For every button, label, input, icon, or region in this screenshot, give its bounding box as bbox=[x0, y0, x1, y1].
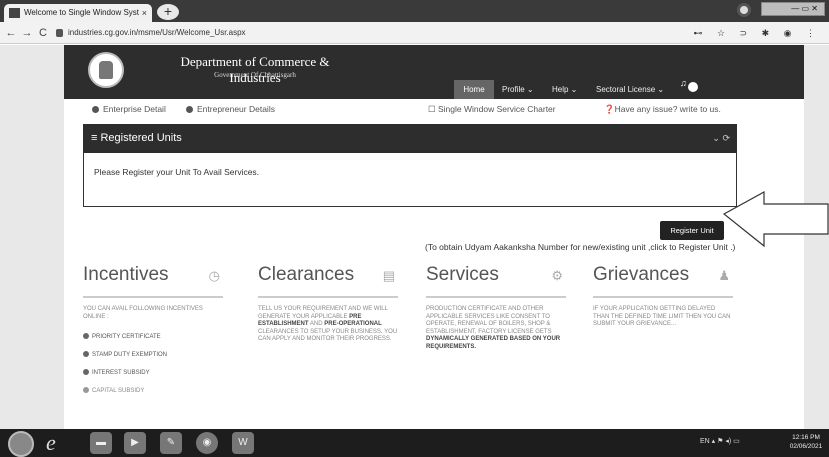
back-button[interactable]: ← bbox=[4, 25, 18, 41]
card-description: Production certificate and other applica… bbox=[426, 306, 561, 350]
bullet-icon bbox=[186, 106, 193, 113]
card-divider bbox=[258, 296, 398, 298]
services-card[interactable]: Services ⚙ Production certificate and ot… bbox=[418, 258, 573, 376]
tab-close-icon[interactable]: × bbox=[142, 4, 147, 22]
bullet-icon bbox=[83, 351, 89, 357]
user-toggle-icon[interactable] bbox=[688, 82, 698, 92]
new-tab-button[interactable]: + bbox=[157, 4, 179, 20]
card-title: Incentives bbox=[83, 264, 169, 285]
pointer-arrow-icon bbox=[722, 190, 829, 248]
taskbar-clock[interactable]: 12:16 PM 02/06/2021 bbox=[786, 433, 826, 451]
clock-icon: ◷ bbox=[208, 268, 220, 283]
internet-explorer-icon[interactable]: e bbox=[46, 431, 56, 455]
register-unit-button[interactable]: Register Unit bbox=[660, 221, 724, 240]
nav-sectoral-license[interactable]: Sectoral License ⌄ bbox=[596, 80, 664, 99]
file-explorer-icon[interactable]: ▬ bbox=[90, 432, 112, 454]
service-charter-link[interactable]: ☐ Single Window Service Charter bbox=[428, 104, 556, 115]
card-description: Tell us your requirement and we will gen… bbox=[258, 306, 398, 342]
priority-certificate-link[interactable]: Priority Certificate bbox=[83, 333, 161, 340]
nav-help[interactable]: Help ⌄ bbox=[552, 80, 577, 99]
favicon-icon bbox=[9, 8, 20, 18]
help-circle-icon: ❓ bbox=[604, 104, 615, 114]
gears-icon: ⚙ bbox=[551, 268, 563, 283]
reload-button[interactable]: C bbox=[36, 25, 50, 41]
nav-profile[interactable]: Profile ⌄ bbox=[502, 80, 534, 99]
clearances-card[interactable]: Clearances ▤ Tell us your requirement an… bbox=[250, 258, 405, 376]
card-divider bbox=[83, 296, 223, 298]
system-tray[interactable]: EN ▴ ⚑ ◂) ▭ bbox=[700, 437, 740, 445]
card-description: If your application getting delayed than… bbox=[593, 306, 731, 327]
card-title: Grievances bbox=[593, 264, 690, 285]
panel-collapse-refresh-icons[interactable]: ⌄ ⟳ bbox=[700, 124, 734, 153]
capital-subsidy-link[interactable]: Capital Subsidy bbox=[83, 387, 144, 394]
bullet-icon bbox=[83, 369, 89, 375]
forward-button[interactable]: → bbox=[20, 25, 34, 41]
notification-bell-icon[interactable]: ♫ bbox=[680, 78, 687, 88]
panel-title: ≡ Registered Units bbox=[83, 124, 737, 153]
register-unit-note: (To obtain Udyam Aakanksha Number for ne… bbox=[425, 242, 736, 252]
tab-title: Welcome to Single Window Syst bbox=[24, 8, 140, 17]
card-title: Services bbox=[426, 264, 499, 285]
bullet-icon bbox=[83, 387, 89, 393]
chrome-icon[interactable]: ◉ bbox=[196, 432, 218, 454]
profile-circle-icon[interactable] bbox=[737, 3, 751, 17]
state-emblem-icon bbox=[88, 52, 124, 88]
start-button-icon[interactable] bbox=[8, 431, 34, 457]
nav-home[interactable]: Home bbox=[454, 80, 494, 99]
interest-subsidy-link[interactable]: Interest Subsidy bbox=[83, 369, 150, 376]
card-title: Clearances bbox=[258, 264, 355, 285]
lock-icon bbox=[56, 29, 63, 37]
user-icon: ♟ bbox=[718, 268, 730, 283]
media-player-icon[interactable]: ▶ bbox=[124, 432, 146, 454]
bullet-icon bbox=[92, 106, 99, 113]
window-icon: ▤ bbox=[382, 268, 395, 283]
panel-message: Please Register your Unit To Avail Servi… bbox=[94, 167, 260, 177]
browser-tab[interactable]: Welcome to Single Window Syst × bbox=[4, 4, 152, 22]
incentives-card[interactable]: Incentives ◷ You can avail following inc… bbox=[75, 258, 230, 408]
checkbox-icon: ☐ bbox=[428, 104, 438, 114]
window-controls[interactable]: — ▭ ✕ bbox=[761, 2, 825, 16]
word-icon[interactable]: W bbox=[232, 432, 254, 454]
paint-icon[interactable]: ✎ bbox=[160, 432, 182, 454]
card-description: You can avail following incentives onlin… bbox=[83, 306, 203, 320]
bullet-icon bbox=[83, 333, 89, 339]
card-divider bbox=[426, 296, 566, 298]
grievances-card[interactable]: Grievances ♟ If your application getting… bbox=[585, 258, 740, 376]
write-to-us-link[interactable]: ❓Have any issue? write to us. bbox=[604, 104, 721, 115]
card-divider bbox=[593, 296, 733, 298]
entrepreneur-details-link[interactable]: Entrepreneur Details bbox=[186, 104, 275, 114]
department-title: Department of Commerce & Industries bbox=[180, 54, 330, 85]
stamp-duty-link[interactable]: Stamp Duty Exemption bbox=[83, 351, 167, 358]
enterprise-detail-link[interactable]: Enterprise Detail bbox=[92, 104, 166, 114]
browser-toolbar-icons[interactable]: ⊷ ☆ ⊃ ✱ ◉ ⋮ bbox=[693, 25, 821, 41]
government-subtitle: Government Of Chhattisgarh bbox=[214, 71, 296, 79]
